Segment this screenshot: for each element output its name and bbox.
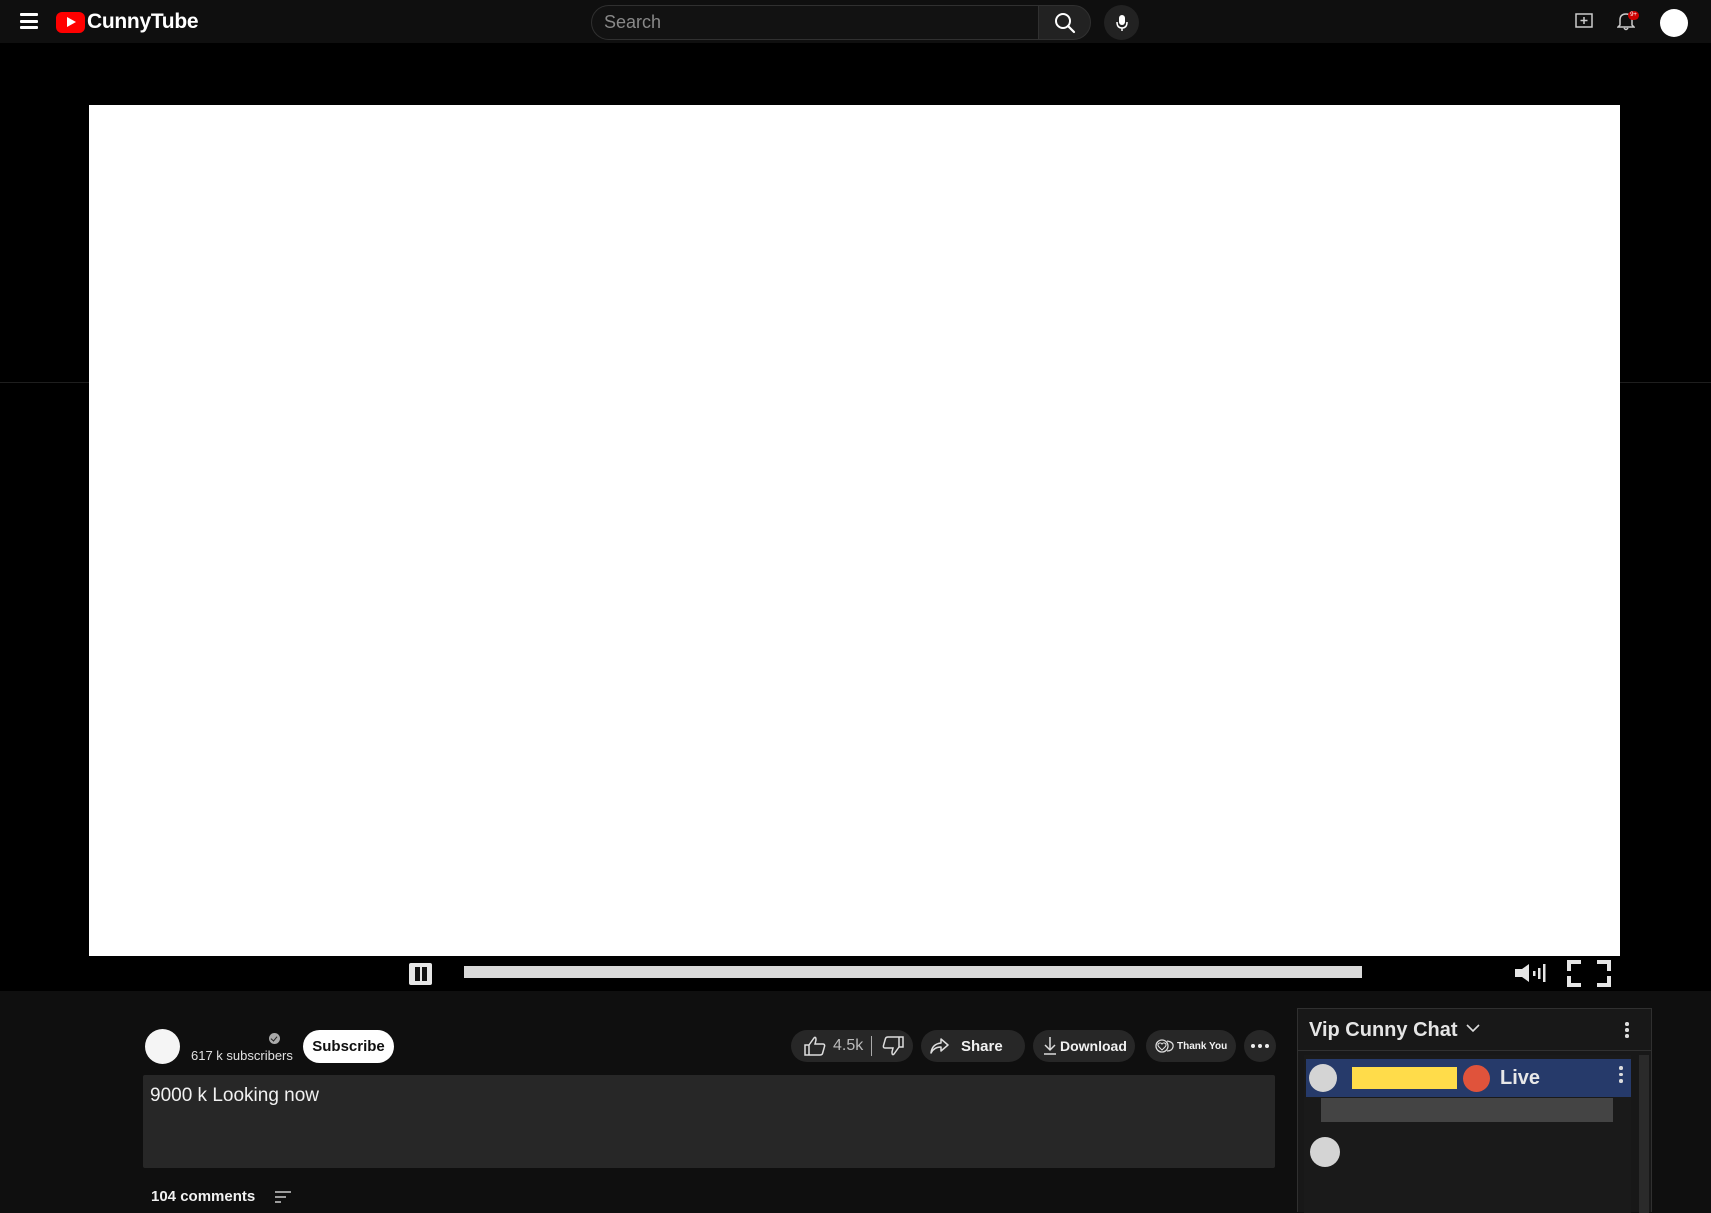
more-actions-button[interactable] [1244, 1030, 1276, 1062]
download-button[interactable]: Download [1033, 1030, 1135, 1062]
create-video-icon[interactable] [1575, 13, 1593, 29]
subscribe-button[interactable]: Subscribe [303, 1030, 394, 1063]
description-box[interactable]: 9000 k Looking now [143, 1075, 1275, 1168]
search-bar [591, 5, 1091, 40]
like-count[interactable]: 4.5k [833, 1037, 863, 1055]
share-label: Share [961, 1037, 1003, 1055]
pinned-author-highlight [1352, 1067, 1457, 1089]
download-label: Download [1060, 1038, 1127, 1054]
sort-comments-icon[interactable] [274, 1190, 292, 1204]
account-avatar[interactable] [1660, 9, 1688, 37]
search-input[interactable] [591, 5, 1038, 40]
thumbs-down-icon[interactable] [881, 1035, 905, 1057]
logo[interactable]: CunnyTube [56, 10, 199, 33]
logo-text: CunnyTube [87, 10, 199, 33]
hamburger-menu-icon[interactable] [20, 13, 38, 29]
notification-badge: 9+ [1628, 11, 1639, 20]
video-frame[interactable] [89, 105, 1620, 956]
like-divider [871, 1036, 873, 1056]
verified-check-icon [269, 1033, 280, 1044]
chat-title[interactable]: Vip Cunny Chat [1309, 1019, 1458, 1042]
pinned-avatar [1309, 1064, 1337, 1092]
chevron-down-icon[interactable] [1466, 1024, 1480, 1033]
search-icon [1054, 12, 1075, 33]
subscriber-count: 617 k subscribers [191, 1048, 293, 1063]
search-button[interactable] [1038, 5, 1091, 40]
volume-icon[interactable] [1514, 962, 1548, 984]
chat-header: Vip Cunny Chat [1298, 1009, 1651, 1051]
top-bar: CunnyTube 9+ [0, 0, 1711, 43]
chat-message-avatar [1310, 1137, 1340, 1167]
live-label: Live [1500, 1067, 1541, 1089]
play-logo-icon [56, 11, 85, 33]
microphone-icon [1115, 14, 1128, 31]
share-icon [930, 1038, 949, 1054]
thumbs-up-icon[interactable] [803, 1035, 827, 1057]
pinned-message-body [1321, 1098, 1613, 1122]
thanks-heart-icon [1155, 1039, 1174, 1053]
channel-avatar[interactable] [145, 1029, 180, 1064]
chat-scrollbar[interactable] [1639, 1055, 1649, 1213]
fullscreen-icon[interactable] [1567, 960, 1611, 987]
chat-menu-icon[interactable] [1625, 1022, 1629, 1038]
download-icon [1044, 1037, 1056, 1055]
like-dislike-group: 4.5k [791, 1030, 913, 1062]
share-button[interactable]: Share [921, 1030, 1025, 1062]
comments-count: 104 comments [151, 1188, 256, 1205]
progress-bar[interactable] [464, 966, 1362, 978]
pinned-menu-icon[interactable] [1619, 1066, 1623, 1083]
thanks-label: Thank You [1177, 1040, 1228, 1052]
view-count-text: 9000 k Looking now [150, 1085, 320, 1106]
live-indicator-icon [1463, 1065, 1490, 1092]
pause-button[interactable] [409, 963, 432, 985]
live-chat-panel: Vip Cunny Chat Live [1297, 1008, 1652, 1213]
thanks-button[interactable]: Thank You [1146, 1030, 1236, 1062]
pinned-message[interactable]: Live [1306, 1059, 1631, 1097]
voice-search-button[interactable] [1104, 5, 1139, 40]
